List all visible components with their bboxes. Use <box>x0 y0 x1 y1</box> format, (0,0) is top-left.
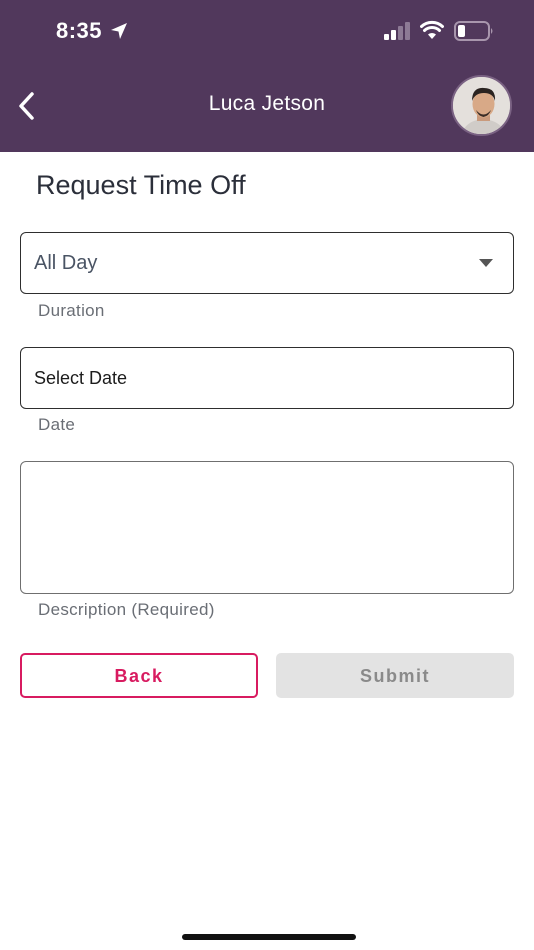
date-field[interactable]: Select Date <box>20 347 514 409</box>
wifi-icon <box>420 20 444 39</box>
date-label: Date <box>38 415 76 434</box>
home-indicator <box>182 934 356 940</box>
back-button[interactable]: Back <box>20 653 258 698</box>
cellular-signal-icon <box>384 22 410 40</box>
duration-label: Duration <box>38 301 105 320</box>
date-value: Select Date <box>34 368 128 388</box>
description-textarea[interactable] <box>20 461 514 594</box>
submit-button[interactable]: Submit <box>276 653 514 698</box>
duration-select[interactable]: All Day <box>20 232 514 294</box>
location-arrow-icon <box>111 23 127 39</box>
dropdown-caret-icon <box>479 259 493 267</box>
screen: 8:35 Luca Jetson Request Time Off All Da… <box>0 0 534 950</box>
status-time: 8:35 <box>56 18 103 43</box>
page-title: Request Time Off <box>36 170 246 200</box>
user-photo <box>453 77 510 134</box>
description-label: Description (Required) <box>38 600 215 619</box>
app-header: 8:35 Luca Jetson <box>0 0 534 152</box>
avatar[interactable] <box>451 75 512 136</box>
duration-value: All Day <box>34 252 98 274</box>
battery-icon <box>454 21 493 41</box>
